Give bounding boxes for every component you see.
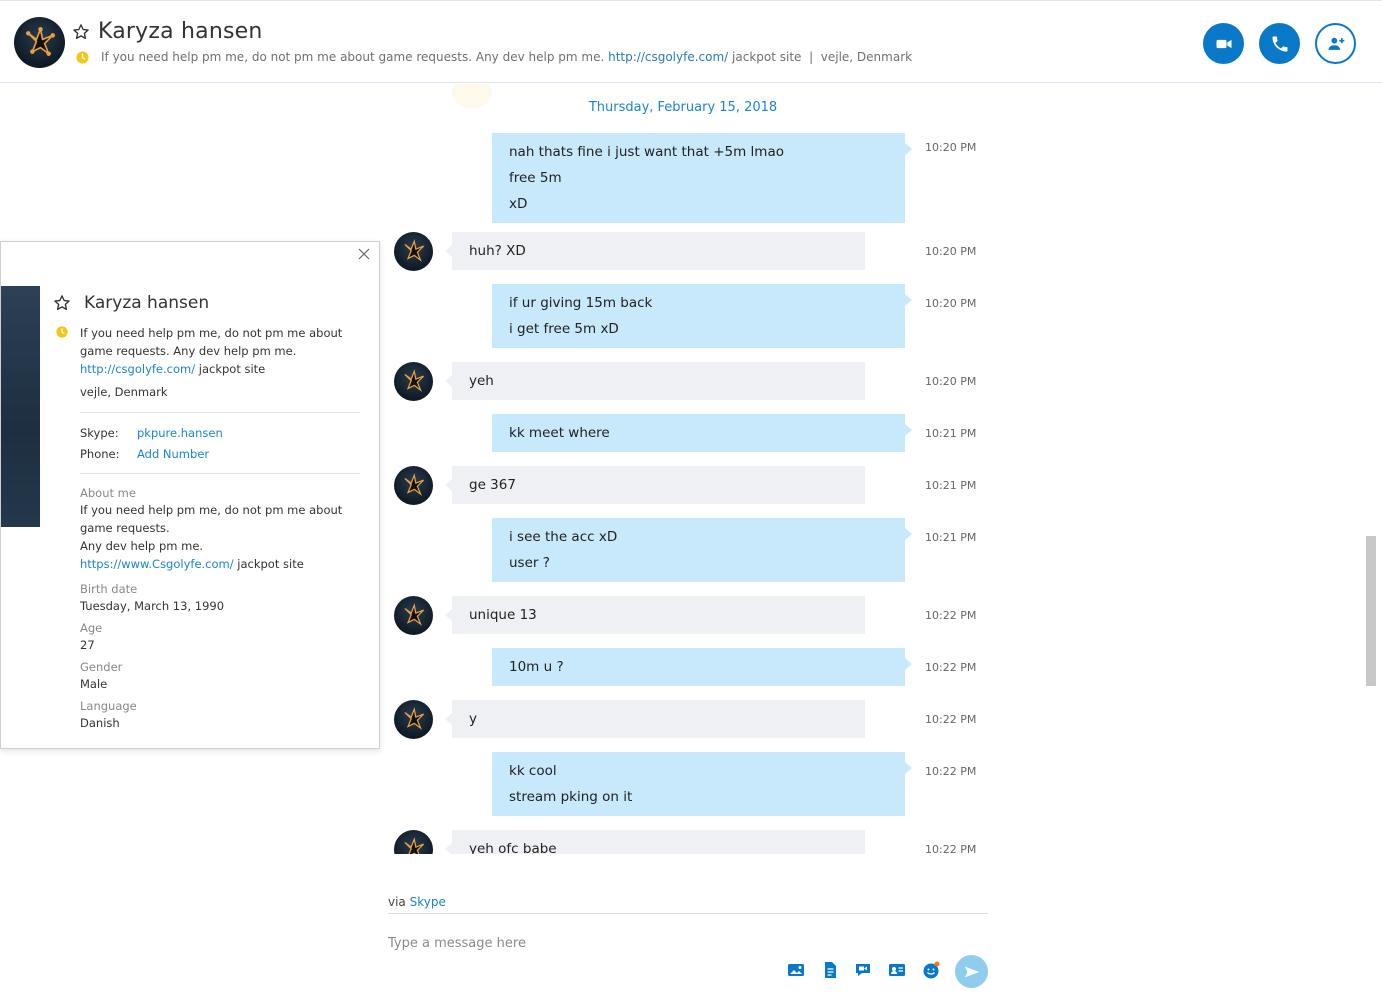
divider — [80, 412, 360, 413]
away-clock-icon — [76, 51, 89, 64]
profile-mood-link[interactable]: http://csgolyfe.com/ — [80, 362, 195, 376]
message-outgoing[interactable]: if ur giving 15m back i get free 5m xD — [492, 284, 912, 348]
message-time: 10:21 PM — [925, 531, 977, 544]
mood-link[interactable]: http://csgolyfe.com/ — [608, 50, 728, 64]
birth-date-value: Tuesday, March 13, 1990 — [80, 599, 225, 613]
avatar-figure-icon — [26, 26, 56, 56]
avatar-figure-icon — [404, 707, 425, 730]
avatar-figure-icon — [404, 369, 425, 392]
phone-row: Phone: Add Number — [80, 447, 210, 461]
via-skype-link[interactable]: Skype — [410, 895, 446, 909]
message-time: 10:21 PM — [925, 427, 977, 440]
send-file-icon[interactable] — [820, 960, 840, 980]
sender-avatar[interactable] — [394, 466, 433, 505]
composer-divider — [388, 913, 988, 914]
conversation-header: Karyza hansen If you need help pm me, do… — [0, 0, 1382, 83]
sender-avatar[interactable] — [394, 362, 433, 401]
mood-message: If you need help pm me, do not pm me abo… — [101, 50, 913, 64]
about-label: About me — [80, 486, 136, 500]
avatar-figure-icon — [404, 603, 425, 626]
avatar-figure-icon — [404, 837, 425, 854]
emoticon-icon[interactable] — [921, 960, 941, 980]
video-camera-icon — [1216, 39, 1231, 48]
message-outgoing[interactable]: i see the acc xD user ? — [492, 518, 912, 582]
avatar-figure-icon — [404, 473, 425, 496]
chat-scrollbar[interactable] — [1366, 536, 1376, 686]
sender-avatar[interactable] — [394, 232, 433, 271]
phone-icon — [1272, 36, 1287, 51]
gender-value: Male — [80, 677, 108, 691]
message-time: 10:22 PM — [925, 661, 977, 674]
send-image-icon[interactable] — [786, 960, 806, 980]
profile-photo — [1, 286, 40, 527]
send-button[interactable] — [955, 955, 988, 988]
profile-location: vejle, Denmark — [80, 385, 168, 399]
message-time: 10:21 PM — [925, 479, 977, 492]
message-incoming[interactable]: yeh — [445, 362, 865, 400]
skype-id[interactable]: pkpure.hansen — [137, 426, 223, 440]
sender-avatar[interactable] — [394, 596, 433, 635]
message-list[interactable]: Thursday, February 15, 2018 nah thats fi… — [380, 84, 1000, 854]
message-time: 10:20 PM — [925, 375, 977, 388]
profile-mood: If you need help pm me, do not pm me abo… — [80, 326, 343, 376]
video-call-button[interactable] — [1203, 23, 1244, 64]
birth-date-label: Birth date — [80, 582, 138, 596]
gender-label: Gender — [80, 660, 123, 674]
add-people-button[interactable] — [1315, 23, 1356, 64]
send-contacts-icon[interactable] — [887, 960, 907, 980]
sender-avatar[interactable] — [394, 700, 433, 739]
avatar-figure-icon — [404, 239, 425, 262]
favorite-star-icon[interactable] — [53, 294, 71, 312]
sender-avatar[interactable] — [394, 830, 433, 854]
add-number-link[interactable]: Add Number — [137, 447, 209, 461]
message-time: 10:20 PM — [925, 245, 977, 258]
skype-id-row: Skype: pkpure.hansen — [80, 426, 223, 440]
message-outgoing[interactable]: nah thats fine i just want that +5m lmao… — [492, 133, 912, 223]
message-incoming[interactable]: y — [445, 700, 865, 738]
message-time: 10:20 PM — [925, 141, 977, 154]
about-link[interactable]: https://www.Csgolyfe.com/ — [80, 557, 234, 571]
message-time: 10:22 PM — [925, 609, 977, 622]
message-time: 10:20 PM — [925, 297, 977, 310]
message-incoming[interactable]: yeh ofc babe — [445, 830, 865, 854]
contact-location: vejle, Denmark — [820, 50, 913, 64]
contact-avatar[interactable] — [14, 17, 65, 68]
message-incoming[interactable]: ge 367 — [445, 466, 865, 504]
language-label: Language — [80, 699, 137, 713]
via-label: via Skype — [388, 895, 446, 909]
about-text: If you need help pm me, do not pm me abo… — [80, 503, 343, 571]
audio-call-button[interactable] — [1259, 23, 1300, 64]
add-person-icon — [1328, 37, 1344, 50]
away-clock-icon — [56, 326, 68, 338]
contact-name: Karyza hansen — [98, 19, 263, 44]
close-icon[interactable] — [357, 247, 371, 261]
age-value: 27 — [80, 638, 95, 652]
message-incoming[interactable]: huh? XD — [445, 232, 865, 270]
language-value: Danish — [80, 716, 120, 730]
age-label: Age — [80, 621, 103, 635]
message-outgoing[interactable]: 10m u ? — [492, 648, 912, 686]
message-incoming[interactable]: unique 13 — [445, 596, 865, 634]
message-input[interactable] — [388, 932, 768, 954]
message-time: 10:22 PM — [925, 765, 977, 778]
send-arrow-icon — [964, 966, 979, 977]
divider — [80, 473, 360, 474]
favorite-star-icon[interactable] — [72, 23, 90, 41]
message-outgoing[interactable]: kk cool stream pking on it — [492, 752, 912, 816]
video-message-icon[interactable] — [853, 960, 873, 980]
date-separator: Thursday, February 15, 2018 — [588, 100, 778, 115]
message-time: 10:22 PM — [925, 843, 977, 854]
message-outgoing[interactable]: kk meet where — [492, 414, 912, 452]
profile-name: Karyza hansen — [84, 293, 210, 313]
message-time: 10:22 PM — [925, 713, 977, 726]
profile-card: Karyza hansen If you need help pm me, do… — [0, 241, 380, 749]
